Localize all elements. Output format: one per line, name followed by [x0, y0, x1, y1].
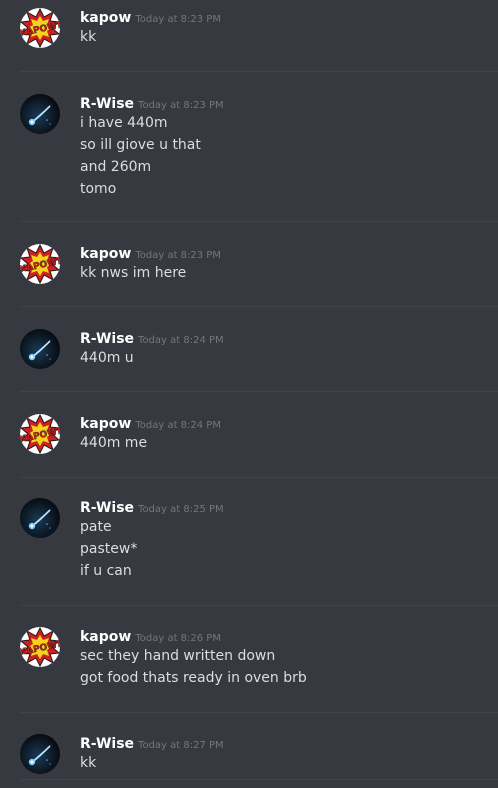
message-divider — [20, 221, 498, 222]
message-header: kapow Today at 8:23 PM — [80, 8, 488, 26]
message-text-line: tomo — [80, 181, 117, 197]
message-content: R-Wise Today at 8:25 PM pate pastew* if u c… — [80, 498, 488, 582]
message-header: kapow Today at 8:24 PM — [80, 414, 488, 432]
username[interactable]: kapow — [80, 10, 131, 26]
timestamp: Today at 8:24 PM — [138, 335, 224, 346]
message-content: kapow Today at 8:23 PM kk — [80, 8, 488, 48]
username[interactable]: kapow — [80, 246, 131, 262]
message-header: R-Wise Today at 8:24 PM — [80, 329, 488, 347]
timestamp: Today at 8:23 PM — [138, 100, 224, 111]
message-text-line: pastew* — [80, 541, 138, 557]
message-header: R-Wise Today at 8:23 PM — [80, 94, 488, 112]
username[interactable]: kapow — [80, 416, 131, 432]
blue-comet-icon — [20, 734, 60, 774]
message-header: kapow Today at 8:23 PM — [80, 244, 488, 262]
message-content: R-Wise Today at 8:23 PM i have 440m so ill… — [80, 94, 488, 200]
kapow-comic-icon: KAPOW! — [20, 244, 60, 284]
message-text-line: and 260m — [80, 159, 152, 175]
message-header: kapow Today at 8:26 PM — [80, 627, 488, 645]
message-divider — [20, 391, 498, 392]
avatar[interactable] — [20, 498, 60, 538]
message-divider — [20, 71, 498, 72]
username[interactable]: R-Wise — [80, 331, 134, 347]
message-divider — [20, 477, 498, 478]
message-text-line: kk — [80, 29, 97, 45]
kapow-comic-icon: KAPOW! — [20, 627, 60, 667]
message-header: R-Wise Today at 8:27 PM — [80, 734, 488, 752]
timestamp: Today at 8:23 PM — [135, 14, 221, 25]
message-divider — [20, 306, 498, 307]
timestamp: Today at 8:23 PM — [135, 250, 221, 261]
timestamp: Today at 8:26 PM — [135, 633, 221, 644]
message-text-line: so ill giove u that — [80, 137, 201, 153]
message-divider — [20, 605, 498, 606]
message-text-line: pate — [80, 519, 112, 535]
blue-comet-icon — [20, 498, 60, 538]
message-text-line: if u can — [80, 563, 132, 579]
avatar[interactable]: KAPOW! — [20, 627, 60, 667]
username[interactable]: R-Wise — [80, 736, 134, 752]
message-content: R-Wise Today at 8:24 PM 440m u — [80, 329, 488, 369]
timestamp: Today at 8:25 PM — [138, 504, 224, 515]
avatar[interactable] — [20, 94, 60, 134]
message-text-line: sec they hand written down — [80, 648, 276, 664]
message-content: R-Wise Today at 8:27 PM kk — [80, 734, 488, 774]
message-text-line: i have 440m — [80, 115, 168, 131]
message-text-line: kk nws im here — [80, 265, 187, 281]
timestamp: Today at 8:27 PM — [138, 740, 224, 751]
message-text-line: 440m me — [80, 435, 148, 451]
avatar[interactable]: KAPOW! — [20, 414, 60, 454]
message-text-line: kk — [80, 755, 97, 771]
username[interactable]: kapow — [80, 629, 131, 645]
blue-comet-icon — [20, 94, 60, 134]
avatar[interactable] — [20, 734, 60, 774]
username[interactable]: R-Wise — [80, 96, 134, 112]
message-divider — [20, 779, 498, 780]
avatar[interactable]: KAPOW! — [20, 244, 60, 284]
blue-comet-icon — [20, 329, 60, 369]
kapow-comic-icon: KAPOW! — [20, 8, 60, 48]
message-text-line: got food thats ready in oven brb — [80, 670, 307, 686]
message-content: kapow Today at 8:24 PM 440m me — [80, 414, 488, 454]
kapow-comic-icon: KAPOW! — [20, 414, 60, 454]
message-header: R-Wise Today at 8:25 PM — [80, 498, 488, 516]
timestamp: Today at 8:24 PM — [135, 420, 221, 431]
avatar[interactable]: KAPOW! — [20, 8, 60, 48]
message-content: kapow Today at 8:26 PM sec they hand writ… — [80, 627, 488, 689]
message-divider — [20, 712, 498, 713]
message-content: kapow Today at 8:23 PM kk nws im here — [80, 244, 488, 284]
message-text-line: 440m u — [80, 350, 134, 366]
username[interactable]: R-Wise — [80, 500, 134, 516]
avatar[interactable] — [20, 329, 60, 369]
